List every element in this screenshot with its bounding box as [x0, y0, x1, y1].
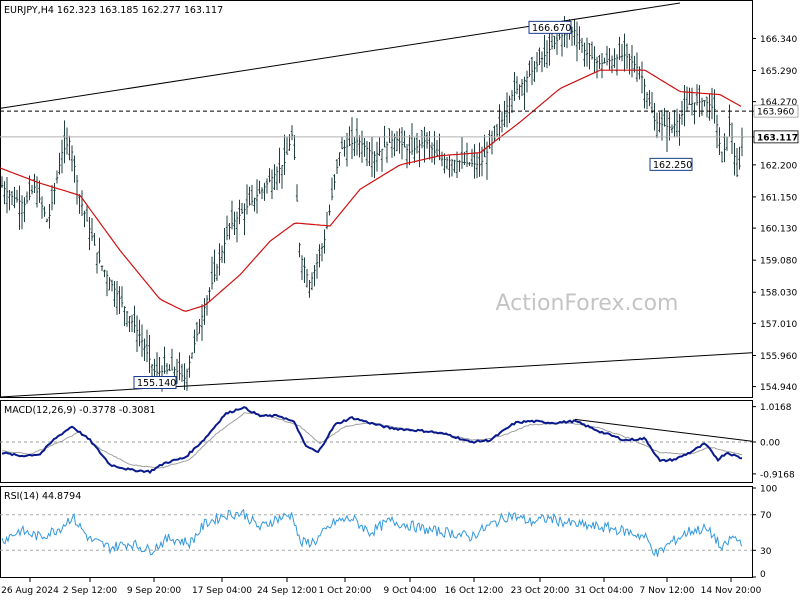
- svg-text:163.960: 163.960: [757, 108, 794, 118]
- rsi-tick-label: 100: [760, 485, 777, 495]
- price-tick-label: 161.150: [760, 193, 797, 203]
- price-tick-label: 166.340: [760, 35, 797, 45]
- x-tick-label: 16 Oct 12:00: [445, 586, 504, 596]
- price-tick-label: 157.010: [760, 320, 797, 330]
- x-axis: 26 Aug 2024 2 Sep 12:00 9 Sep 20:00 17 Sep …: [1, 578, 762, 596]
- rsi-tick-label: 30: [760, 547, 772, 557]
- price-pane-frame: [0, 0, 753, 398]
- x-tick-label: 17 Sep 04:00: [192, 586, 252, 596]
- rsi-pane-frame: [0, 486, 753, 578]
- macd-y-axis: 1.0168 0.00 -0.9168: [752, 403, 795, 480]
- price-tick-label: 154.940: [760, 383, 797, 393]
- watermark-text: ActionForex.com: [496, 291, 679, 316]
- price-tick-label: 159.080: [760, 257, 797, 267]
- chart-title: EURJPY,H4 162.323 163.185 162.277 163.11…: [4, 5, 223, 16]
- svg-text:155.140: 155.140: [137, 378, 176, 389]
- x-tick-label: 2 Sep 12:00: [63, 586, 118, 596]
- x-tick-label: 1 Oct 20:00: [319, 586, 372, 596]
- rsi-label: RSI(14) 44.8794: [4, 491, 81, 502]
- macd-tick-label: 0.00: [760, 439, 780, 449]
- price-tick-label: 160.130: [760, 225, 797, 235]
- x-tick-label: 31 Oct 04:00: [575, 586, 634, 596]
- price-label: 166.670: [528, 20, 572, 34]
- x-tick-label: 23 Oct 20:00: [511, 586, 570, 596]
- svg-text:166.670: 166.670: [532, 23, 571, 34]
- x-tick-label: 26 Aug 2024: [1, 586, 59, 596]
- price-tick-label: 165.290: [760, 67, 797, 77]
- price-y-axis: 166.340165.290164.270162.200161.150160.1…: [752, 35, 799, 393]
- rsi-tick-label: 0: [760, 570, 766, 580]
- svg-text:163.117: 163.117: [757, 133, 798, 143]
- x-tick-label: 7 Nov 12:00: [640, 586, 695, 596]
- x-tick-label: 24 Sep 12:00: [257, 586, 317, 596]
- macd-tick-label: 1.0168: [760, 403, 792, 413]
- price-label: 155.140: [133, 376, 177, 390]
- price-label: 162.250: [649, 157, 693, 171]
- last-price-tag: 163.117: [753, 130, 799, 143]
- trading-chart: ActionForex.com 166.670 162.250 155.140 16…: [0, 0, 799, 596]
- svg-text:162.250: 162.250: [653, 160, 692, 171]
- level-tag: 163.960: [753, 104, 799, 118]
- macd-label: MACD(12,26,9) -0.3778 -0.3081: [4, 405, 156, 416]
- rsi-y-axis: 100 70 30 0: [752, 485, 777, 580]
- x-tick-label: 9 Sep 20:00: [127, 586, 182, 596]
- macd-tick-label: -0.9168: [760, 470, 795, 480]
- price-tick-label: 158.030: [760, 289, 797, 299]
- rsi-tick-label: 70: [760, 511, 772, 521]
- price-tick-label: 162.200: [760, 161, 797, 171]
- price-tick-label: 155.960: [760, 352, 797, 362]
- x-tick-label: 14 Nov 20:00: [701, 586, 762, 596]
- x-tick-label: 9 Oct 04:00: [384, 586, 437, 596]
